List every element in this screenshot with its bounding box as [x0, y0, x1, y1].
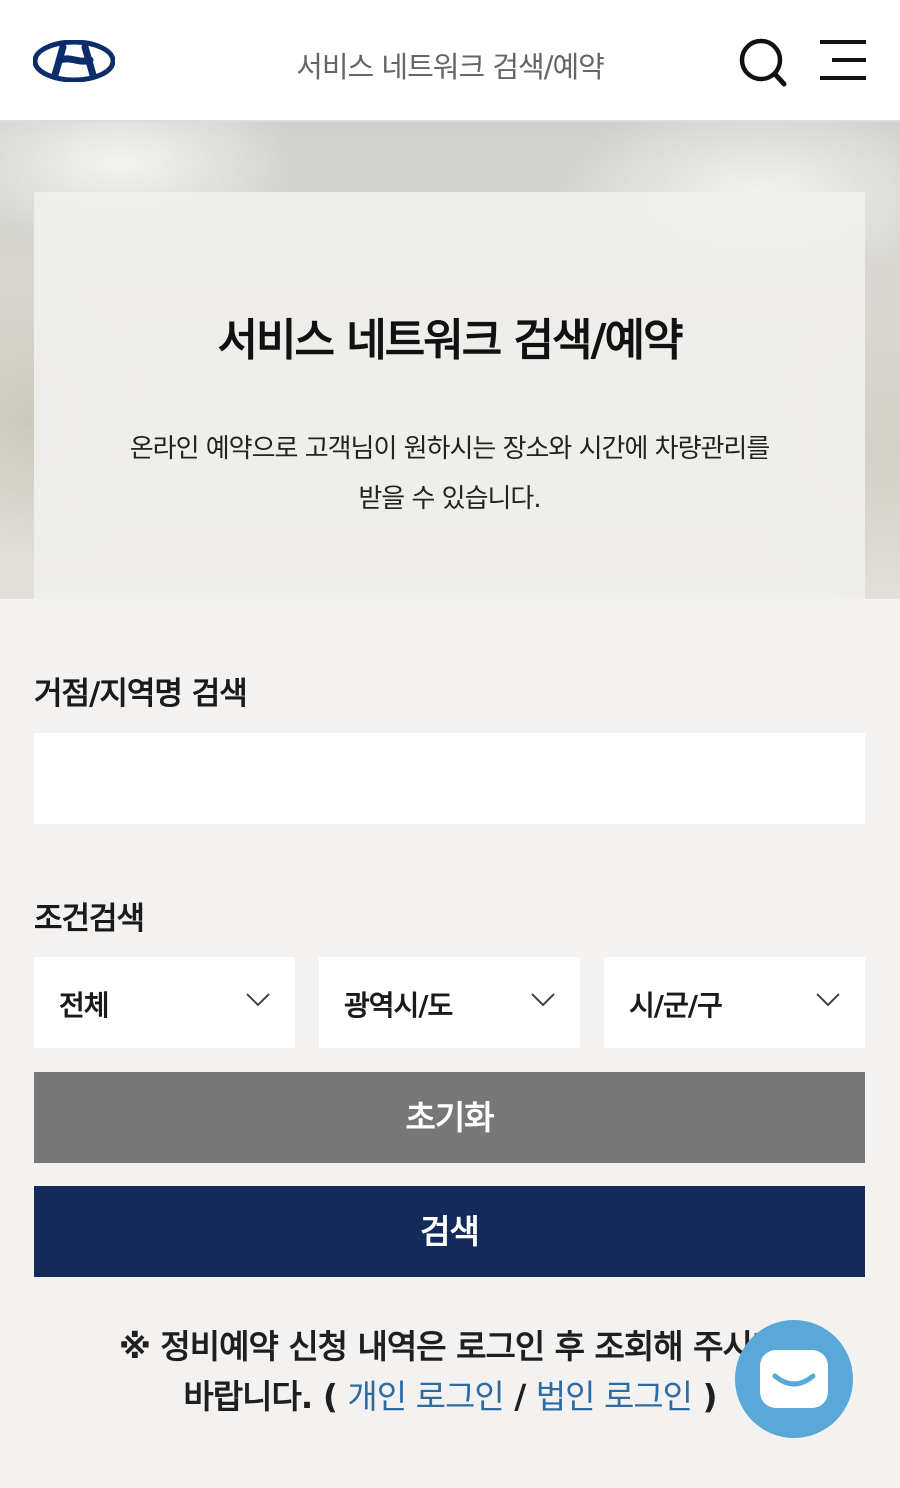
chevron-down-icon: [246, 993, 270, 1007]
notice-separator: /: [503, 1377, 536, 1416]
city-select-value: 시/군/구: [629, 989, 723, 1022]
search-button[interactable]: 검색: [34, 1186, 865, 1277]
hamburger-menu-icon[interactable]: [818, 36, 868, 88]
hero-card: 서비스 네트워크 검색/예약 온라인 예약으로 고객님이 원하시는 장소와 시간…: [34, 192, 865, 599]
chevron-down-icon: [531, 993, 555, 1007]
top-header: 서비스 네트워크 검색/예약: [0, 0, 900, 122]
hero-banner: 서비스 네트워크 검색/예약 온라인 예약으로 고객님이 원하시는 장소와 시간…: [0, 122, 900, 599]
chevron-down-icon: [816, 993, 840, 1007]
keyword-search-input[interactable]: [34, 733, 865, 824]
category-select-value: 전체: [59, 989, 110, 1022]
notice-text: 바랍니다. (: [183, 1377, 338, 1416]
category-select[interactable]: 전체: [34, 957, 295, 1048]
description-line-2: 받을 수 있습니다.: [358, 484, 541, 514]
smile-icon: [772, 1373, 816, 1387]
notice-end: ): [692, 1377, 718, 1416]
description-line-1: 온라인 예약으로 고객님이 원하시는 장소와 시간에 차량관리를: [129, 434, 771, 464]
city-select[interactable]: 시/군/구: [604, 957, 865, 1048]
corporate-login-link[interactable]: 법인 로그인: [536, 1377, 693, 1416]
page-title: 서비스 네트워크 검색/예약: [217, 315, 684, 366]
province-select[interactable]: 광역시/도: [319, 957, 580, 1048]
province-select-value: 광역시/도: [344, 989, 453, 1022]
chat-button[interactable]: [735, 1320, 853, 1438]
search-icon[interactable]: [737, 36, 787, 88]
condition-search-label: 조건검색: [34, 901, 145, 937]
reset-button[interactable]: 초기화: [34, 1072, 865, 1163]
page-description: 온라인 예약으로 고객님이 원하시는 장소와 시간에 차량관리를 받을 수 있습…: [74, 424, 825, 524]
personal-login-link[interactable]: 개인 로그인: [347, 1377, 504, 1416]
keyword-search-label: 거점/지역명 검색: [34, 676, 248, 712]
